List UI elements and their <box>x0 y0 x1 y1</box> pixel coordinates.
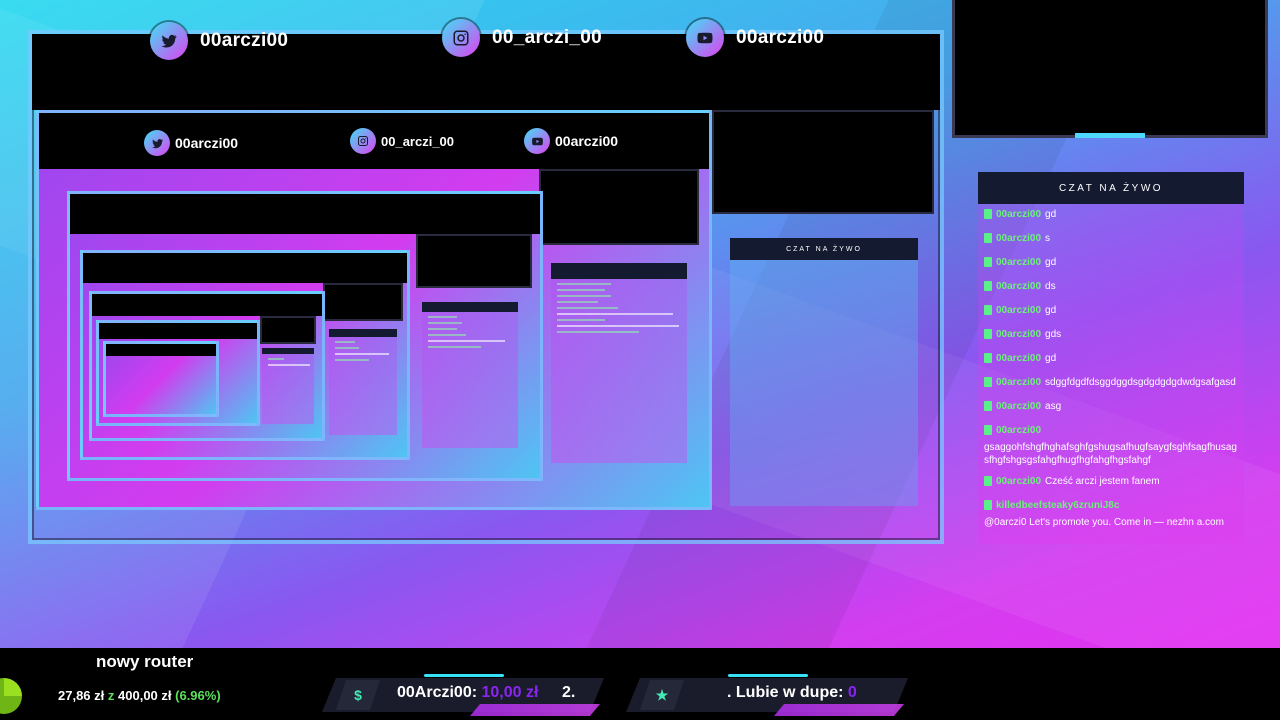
nested-preview-6 <box>103 341 219 417</box>
chat-message: 00arczi00 gds <box>978 324 1244 348</box>
chat-username: 00arczi00 <box>996 257 1042 268</box>
chat-username: 00arczi00 <box>996 476 1042 487</box>
nested-webcam <box>712 110 934 214</box>
goal-target: 400,00 zł <box>118 688 172 703</box>
alert-2-glow <box>728 674 808 677</box>
alert-2-stripe <box>774 704 904 716</box>
chat-text: gd <box>1045 305 1057 316</box>
chat-message: 00arczi00 gd <box>978 204 1244 228</box>
chat-message: 00arczi00 gd <box>978 348 1244 372</box>
nested-social-instagram: 00_arczi_00 <box>350 128 454 154</box>
chat-badge-icon <box>984 377 992 387</box>
alert-1-name: 00Arczi00: <box>397 684 478 701</box>
chat-username: 00arczi00 <box>996 401 1042 412</box>
stream-preview-frame: 00arczi00 00_arczi_00 00arczi00 CZAT NA … <box>28 30 944 544</box>
nested-preview-3 <box>80 250 410 460</box>
chat-text: gd <box>1045 209 1057 220</box>
chat-badge-icon <box>984 425 992 435</box>
nested-preview-4 <box>89 291 325 441</box>
social-instagram: 00_arczi_00 <box>442 19 602 57</box>
chat-username: 00arczi00 <box>996 425 1042 436</box>
chat-badge-icon <box>984 305 992 315</box>
nested-preview-2 <box>67 191 543 481</box>
chat-message-list: 00arczi00 gd 00arczi00 s 00arczi00 gd 00arczi0… <box>978 204 1244 533</box>
chat-username: 00arczi00 <box>996 305 1042 316</box>
chat-badge-icon <box>984 476 992 486</box>
chat-message: 00arczi00 gd <box>978 252 1244 276</box>
chat-badge-icon <box>984 401 992 411</box>
chat-username: 00arczi00 <box>996 233 1042 244</box>
chat-message: 00arczi00 gsaggohfshgfhghafsghfgshugsafhu… <box>978 420 1244 471</box>
alert-1-glow <box>424 674 504 677</box>
chat-badge-icon <box>984 233 992 243</box>
chat-title: CZAT NA ŻYWO <box>978 172 1244 204</box>
nested-social-twitter: 00arczi00 <box>144 130 238 156</box>
chat-badge-icon <box>984 281 992 291</box>
twitter-icon <box>144 130 170 156</box>
goal-title: nowy router <box>96 652 194 671</box>
chat-username: 00arczi00 <box>996 281 1042 292</box>
chat-text: gd <box>1045 257 1057 268</box>
chat-username: 00arczi00 <box>996 353 1042 364</box>
chat-message: killedbeefsteaky6zruniJ8c @0arczi0 Let's … <box>978 495 1244 533</box>
alert-1-stripe <box>470 704 600 716</box>
chat-username: 00arczi00 <box>996 329 1042 340</box>
chat-text: s <box>1045 233 1051 244</box>
chat-badge-icon <box>984 257 992 267</box>
alert-1-rank: 2. <box>562 684 576 701</box>
goal-current: 27,86 zł <box>58 688 105 703</box>
goal-sep: z <box>107 688 115 703</box>
chat-text: ds <box>1045 281 1056 292</box>
nested-preview-1 <box>36 110 712 510</box>
nested-social-youtube: 00arczi00 <box>524 128 618 154</box>
alert-1-text: 00Arczi00: 10,00 zł <box>397 684 538 702</box>
chat-message: 00arczi00 s <box>978 228 1244 252</box>
nested-chat-preview: CZAT NA ŻYWO <box>730 238 918 506</box>
alert-2-name: . Lubie w dupe: <box>727 684 844 701</box>
chat-badge-icon <box>984 329 992 339</box>
goal-amount: 27,86 zł z 400,00 zł (6.96%) <box>58 688 221 703</box>
twitter-handle: 00arczi00 <box>200 30 289 51</box>
instagram-icon <box>442 19 480 57</box>
chat-username: killedbeefsteaky6zruniJ8c <box>996 500 1120 511</box>
goal-percent: (6.96%) <box>175 688 221 703</box>
chat-username: 00arczi00 <box>996 377 1042 388</box>
chat-message: 00arczi00 asg <box>978 396 1244 420</box>
alert-2-text: . Lubie w dupe: 0 <box>727 684 857 702</box>
youtube-icon <box>524 128 550 154</box>
chat-text: gds <box>1045 329 1062 340</box>
webcam-frame <box>952 0 1268 138</box>
social-twitter: 00arczi00 <box>150 22 288 60</box>
social-youtube: 00arczi00 <box>686 19 824 57</box>
chat-text: sdggfdgdfdsggdggdsgdgdgdgdwdgsafgasd <box>1045 377 1236 388</box>
alert-1-amount: 10,00 zł <box>481 684 539 701</box>
twitter-handle: 00arczi00 <box>175 135 239 151</box>
chat-badge-icon <box>984 353 992 363</box>
twitter-icon <box>150 22 188 60</box>
live-chat-panel: CZAT NA ŻYWO 00arczi00 gd 00arczi00 s 00arcz… <box>978 172 1244 544</box>
youtube-handle: 00arczi00 <box>555 133 619 149</box>
chat-message: 00arczi00 gd <box>978 300 1244 324</box>
chat-username: 00arczi00 <box>996 209 1042 220</box>
chat-text: gsaggohfshgfhghafsghfgshugsafhugfsaygfsg… <box>984 442 1237 466</box>
chat-text: gd <box>1045 353 1057 364</box>
chat-text: Cześć arczi jestem fanem <box>1045 476 1160 487</box>
chat-message: 00arczi00 Cześć arczi jestem fanem <box>978 471 1244 495</box>
chat-badge-icon <box>984 500 992 510</box>
nested-preview-5 <box>96 320 260 426</box>
youtube-handle: 00arczi00 <box>736 27 825 48</box>
nested-chat-title: CZAT NA ŻYWO <box>730 238 918 260</box>
instagram-handle: 00_arczi_00 <box>381 133 455 149</box>
chat-badge-icon <box>984 209 992 219</box>
instagram-handle: 00_arczi_00 <box>492 27 603 48</box>
chat-message: 00arczi00 ds <box>978 276 1244 300</box>
alert-2-amount: 0 <box>847 684 857 701</box>
instagram-icon <box>350 128 376 154</box>
chat-message: 00arczi00 sdggfdgdfdsggdggdsgdgdgdgdwdgsa… <box>978 372 1244 396</box>
chat-text: @0arczi0 Let's promote you. Come in — ne… <box>984 517 1224 528</box>
chat-text: asg <box>1045 401 1062 412</box>
youtube-icon <box>686 19 724 57</box>
